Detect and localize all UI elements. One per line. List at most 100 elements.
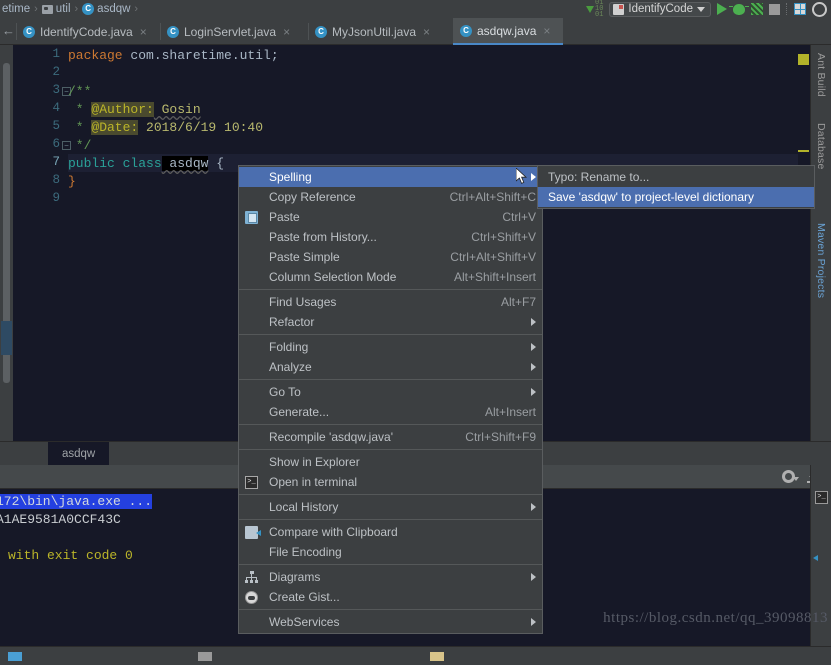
submenu-item-typo-rename[interactable]: Typo: Rename to... bbox=[538, 167, 814, 187]
menu-item-go-to[interactable]: Go To bbox=[239, 382, 542, 402]
run-tab-asdqw[interactable]: asdqw bbox=[48, 442, 110, 466]
menu-item-label: Go To bbox=[269, 385, 301, 399]
close-icon[interactable]: × bbox=[423, 25, 430, 39]
search-icon[interactable] bbox=[812, 1, 827, 17]
error-stripe-marker[interactable] bbox=[798, 54, 809, 65]
menu-item-analyze[interactable]: Analyze bbox=[239, 357, 542, 377]
tab-loginservlet[interactable]: C LoginServlet.java × bbox=[160, 18, 308, 45]
terminal-icon[interactable]: >_ bbox=[815, 491, 828, 504]
line-number: 2 bbox=[52, 65, 60, 79]
tab-asdqw[interactable]: C asdqw.java × bbox=[453, 18, 563, 45]
menu-item-folding[interactable]: Folding bbox=[239, 337, 542, 357]
menu-item-local-history[interactable]: Local History bbox=[239, 497, 542, 517]
menu-item-label: Find Usages bbox=[269, 295, 337, 309]
status-bar bbox=[0, 646, 831, 665]
status-chip[interactable] bbox=[430, 652, 444, 661]
menu-item-spelling[interactable]: Spelling bbox=[239, 167, 542, 187]
toolwindow-maven-projects[interactable]: Maven Projects bbox=[815, 223, 827, 298]
idea-window: etime › util › C asdqw › 01 10 01 Identify… bbox=[0, 0, 831, 665]
javadoc-tag-date: @Date: bbox=[91, 120, 139, 135]
binary-download-icon[interactable]: 01 10 01 bbox=[586, 0, 603, 19]
class-icon: C bbox=[315, 25, 327, 38]
menu-separator bbox=[239, 494, 542, 495]
menu-item-generate[interactable]: Generate... Alt+Insert bbox=[239, 402, 542, 422]
menu-item-show-in-explorer[interactable]: Show in Explorer bbox=[239, 452, 542, 472]
chevron-right-icon bbox=[531, 618, 536, 626]
editor-gutter[interactable]: 1 2 3 4 5 6 7 8 9 − − bbox=[13, 45, 71, 441]
menu-item-diagrams[interactable]: Diagrams bbox=[239, 567, 542, 587]
editor-context-menu[interactable]: Spelling Copy Reference Ctrl+Alt+Shift+C… bbox=[238, 165, 543, 634]
line-number: 3 bbox=[52, 83, 60, 97]
menu-item-shortcut: Alt+Insert bbox=[484, 405, 536, 419]
run-configuration-selector[interactable]: IdentifyCode bbox=[609, 1, 711, 17]
gear-icon[interactable] bbox=[782, 470, 799, 483]
console-command-line: 172\bin\java.exe ... bbox=[0, 494, 153, 509]
submenu-item-label: Typo: Rename to... bbox=[548, 170, 650, 184]
menu-item-webservices[interactable]: WebServices bbox=[239, 612, 542, 632]
breadcrumb-item-util[interactable]: util bbox=[40, 3, 73, 15]
error-stripe-marker[interactable] bbox=[798, 150, 809, 152]
compare-clipboard-icon bbox=[245, 526, 261, 539]
run-icon[interactable] bbox=[717, 3, 727, 15]
chevron-right-icon bbox=[531, 388, 536, 396]
javadoc-star: * bbox=[68, 120, 92, 135]
menu-item-label: Refactor bbox=[269, 315, 315, 329]
chevron-right-icon bbox=[531, 573, 536, 581]
menu-separator bbox=[239, 289, 542, 290]
terminal-icon: >_ bbox=[245, 476, 258, 489]
breadcrumb-label: asdqw bbox=[97, 3, 131, 15]
grid-layout-icon[interactable] bbox=[794, 3, 806, 15]
toolwindow-ant-build[interactable]: Ant Build bbox=[815, 53, 827, 97]
menu-item-shortcut: Ctrl+Alt+Shift+V bbox=[450, 250, 536, 264]
spelling-submenu[interactable]: Typo: Rename to... Save 'asdqw' to proje… bbox=[537, 165, 815, 209]
status-chip[interactable] bbox=[8, 652, 22, 661]
tab-scroll-left-icon[interactable]: ← bbox=[2, 23, 15, 38]
line-number: 7 bbox=[52, 155, 60, 169]
menu-item-paste-simple[interactable]: Paste Simple Ctrl+Alt+Shift+V bbox=[239, 247, 542, 267]
menu-item-paste[interactable]: Paste Ctrl+V bbox=[239, 207, 542, 227]
stop-icon[interactable] bbox=[769, 3, 780, 15]
line-number: 5 bbox=[52, 119, 60, 133]
debug-icon[interactable] bbox=[729, 3, 749, 15]
menu-item-open-in-terminal[interactable]: >_ Open in terminal bbox=[239, 472, 542, 492]
breadcrumb-item-asdqw[interactable]: C asdqw bbox=[80, 3, 132, 15]
javadoc-close: */ bbox=[68, 138, 92, 153]
menu-item-label: Paste bbox=[269, 210, 300, 224]
menu-item-label: Recompile 'asdqw.java' bbox=[269, 430, 393, 444]
code-line-7: public class asdqw { bbox=[68, 155, 224, 173]
menu-item-compare-with-clipboard[interactable]: Compare with Clipboard bbox=[239, 522, 542, 542]
editor-scrollbar[interactable] bbox=[798, 45, 810, 441]
menu-separator bbox=[239, 379, 542, 380]
code-line-6: */ bbox=[68, 137, 92, 155]
chevron-right-icon bbox=[531, 343, 536, 351]
toolwindow-database[interactable]: Database bbox=[815, 123, 827, 170]
menu-item-find-usages[interactable]: Find Usages Alt+F7 bbox=[239, 292, 542, 312]
javadoc-tag-author: @Author: bbox=[91, 102, 154, 117]
submenu-item-save-to-dictionary[interactable]: Save 'asdqw' to project-level dictionary bbox=[538, 187, 814, 207]
class-icon: C bbox=[82, 3, 95, 15]
menu-item-copy-reference[interactable]: Copy Reference Ctrl+Alt+Shift+C bbox=[239, 187, 542, 207]
project-panel-edge bbox=[0, 45, 13, 441]
tab-myjsonutil[interactable]: C MyJsonUtil.java × bbox=[308, 18, 453, 45]
menu-item-paste-from-history[interactable]: Paste from History... Ctrl+Shift+V bbox=[239, 227, 542, 247]
menu-item-label: Column Selection Mode bbox=[269, 270, 397, 284]
submenu-item-label: Save 'asdqw' to project-level dictionary bbox=[548, 190, 755, 204]
close-icon[interactable]: × bbox=[140, 25, 147, 39]
run-with-coverage-icon[interactable] bbox=[751, 3, 763, 15]
menu-item-file-encoding[interactable]: File Encoding bbox=[239, 542, 542, 562]
console-line: 172\bin\java.exe ... bbox=[0, 493, 153, 511]
mouse-cursor-icon bbox=[516, 168, 528, 184]
menu-item-refactor[interactable]: Refactor bbox=[239, 312, 542, 332]
tab-identifycode[interactable]: C IdentifyCode.java × bbox=[16, 18, 160, 45]
close-icon[interactable]: × bbox=[283, 25, 290, 39]
menu-item-recompile[interactable]: Recompile 'asdqw.java' Ctrl+Shift+F9 bbox=[239, 427, 542, 447]
menu-item-create-gist[interactable]: Create Gist... bbox=[239, 587, 542, 607]
menu-item-label: Local History bbox=[269, 500, 339, 514]
breadcrumb-separator: › bbox=[34, 3, 38, 15]
menu-item-column-selection-mode[interactable]: Column Selection Mode Alt+Shift+Insert bbox=[239, 267, 542, 287]
class-icon: C bbox=[23, 25, 35, 38]
status-chip[interactable] bbox=[198, 652, 212, 661]
close-icon[interactable]: × bbox=[543, 24, 550, 38]
breadcrumb-item-etime[interactable]: etime bbox=[0, 3, 32, 15]
menu-separator bbox=[239, 449, 542, 450]
